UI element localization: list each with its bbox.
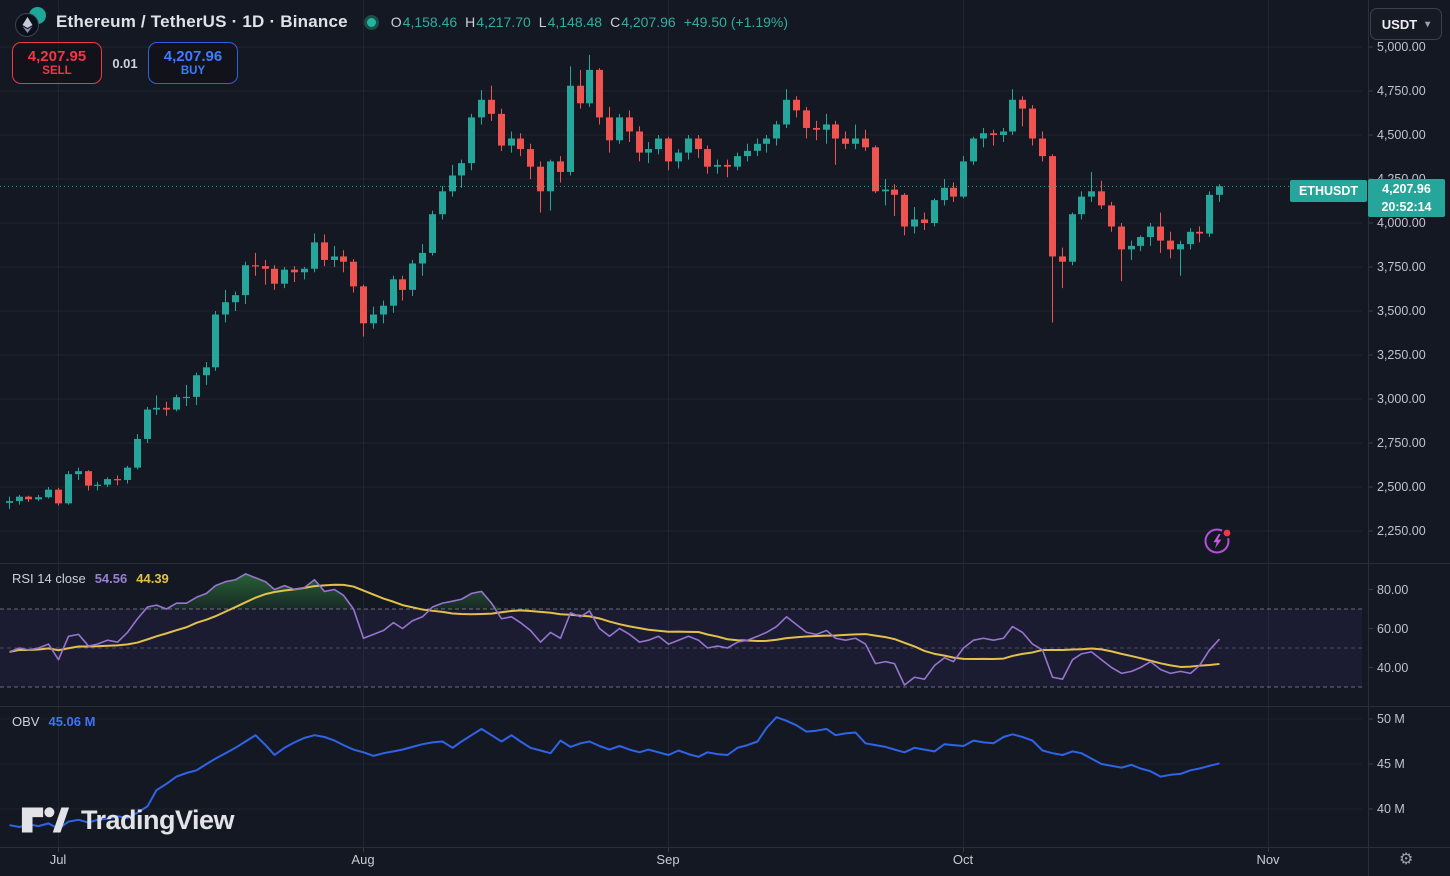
obv-title: OBV [12, 714, 39, 729]
time-axis-label: Nov [1256, 852, 1279, 867]
obv-value: 45.06 M [48, 714, 95, 729]
price-axis-label: 3,500.00 [1377, 303, 1426, 319]
spread-value: 0.01 [102, 56, 148, 71]
ethereum-icon [15, 13, 39, 37]
high-value: 4,217.70 [476, 14, 531, 30]
price-axis-label: 4,500.00 [1377, 127, 1426, 143]
currency-toggle-button[interactable]: USDT ▾ [1370, 8, 1442, 40]
sell-price: 4,207.95 [28, 48, 86, 65]
last-price-value: 4,207.96 [1368, 180, 1445, 198]
price-axis-label: 2,750.00 [1377, 435, 1426, 451]
price-axis-label: 3,000.00 [1377, 391, 1426, 407]
price-axis-label: 2,250.00 [1377, 523, 1426, 539]
price-axis-label: 3,750.00 [1377, 259, 1426, 275]
obv-axis-label: 45 M [1377, 756, 1405, 772]
chart-canvas[interactable] [0, 0, 1450, 876]
change-value: +49.50 (+1.19%) [684, 14, 788, 30]
candlestick-series [6, 55, 1223, 509]
rsi-axis-label: 80.00 [1377, 582, 1408, 598]
trade-panel: 4,207.95 SELL 0.01 4,207.96 BUY [12, 42, 238, 84]
rsi-axis-label: 40.00 [1377, 660, 1408, 676]
close-value: 4,207.96 [621, 14, 676, 30]
chevron-down-icon: ▾ [1425, 19, 1430, 30]
obv-axis-label: 40 M [1377, 801, 1405, 817]
rsi-indicator-header[interactable]: RSI 14 close 54.56 44.39 [12, 571, 169, 586]
time-axis-label: Sep [656, 852, 679, 867]
rsi-axis-label: 60.00 [1377, 621, 1408, 637]
sell-button[interactable]: 4,207.95 SELL [12, 42, 102, 84]
last-price-flag: 4,207.96 20:52:14 [1368, 179, 1445, 217]
tradingview-logo[interactable]: TradingView [20, 803, 234, 837]
rsi-ma-value: 44.39 [136, 571, 169, 586]
bar-countdown: 20:52:14 [1368, 198, 1445, 216]
symbol-header: Ethereum / TetherUS · 1D · Binance O4,15… [12, 6, 788, 38]
buy-button[interactable]: 4,207.96 BUY [148, 42, 238, 84]
obv-axis-label: 50 M [1377, 711, 1405, 727]
price-axis-label: 4,000.00 [1377, 215, 1426, 231]
flash-trade-icon[interactable] [1203, 526, 1233, 556]
time-axis-label: Jul [50, 852, 67, 867]
obv-indicator-header[interactable]: OBV 45.06 M [12, 714, 95, 729]
ohlc-values: O4,158.46 H4,217.70 L4,148.48 C4,207.96 … [391, 14, 788, 30]
buy-price: 4,207.96 [164, 48, 222, 65]
time-axis-label: Aug [351, 852, 374, 867]
market-status-dot[interactable] [364, 15, 379, 30]
price-axis-label: 2,500.00 [1377, 479, 1426, 495]
open-value: 4,158.46 [403, 14, 458, 30]
symbol-title[interactable]: Ethereum / TetherUS · 1D · Binance [56, 12, 348, 32]
rsi-title: RSI 14 close [12, 571, 86, 586]
symbol-price-flag: ETHUSDT [1290, 180, 1367, 202]
low-value: 4,148.48 [548, 14, 603, 30]
gear-icon[interactable]: ⚙ [1399, 849, 1413, 868]
price-axis-label: 4,750.00 [1377, 83, 1426, 99]
tradingview-logo-icon [20, 803, 72, 837]
price-axis-label: 3,250.00 [1377, 347, 1426, 363]
symbol-pair-icon [12, 6, 48, 38]
rsi-overbought-fill [10, 574, 1220, 609]
rsi-value: 54.56 [95, 571, 128, 586]
tradingview-logo-text: TradingView [81, 805, 234, 836]
price-axis-label: 5,000.00 [1377, 39, 1426, 55]
time-axis-label: Oct [953, 852, 973, 867]
tradingview-chart-window: Ethereum / TetherUS · 1D · Binance O4,15… [0, 0, 1450, 876]
